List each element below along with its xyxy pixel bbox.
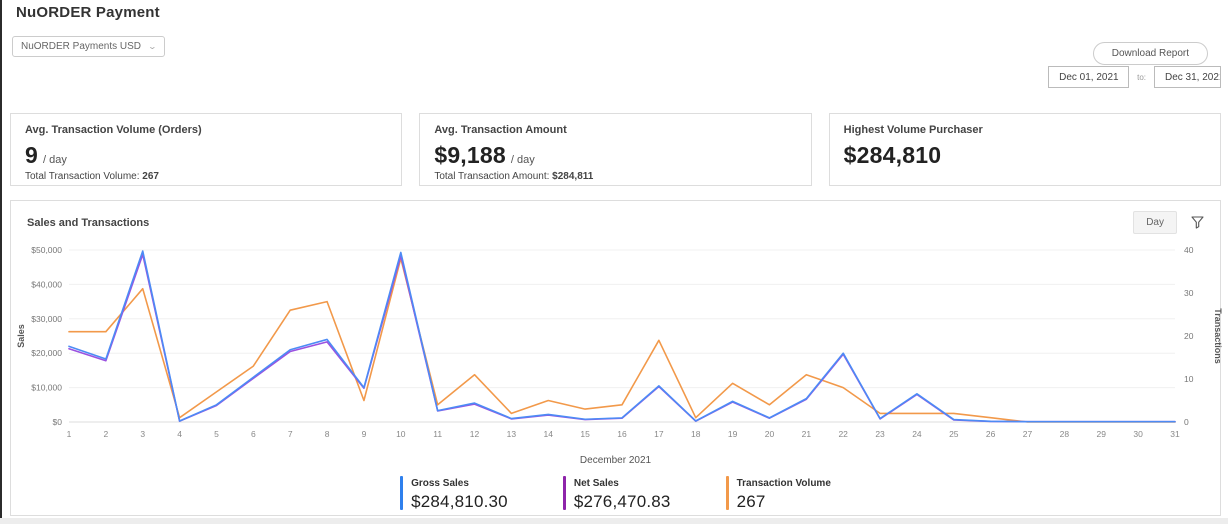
chart-header: Sales and Transactions Day bbox=[11, 201, 1220, 234]
legend-item-transaction-volume: Transaction Volume 267 bbox=[725, 476, 831, 512]
svg-text:10: 10 bbox=[1184, 374, 1194, 384]
legend-item-gross-sales: Gross Sales $284,810.30 bbox=[400, 476, 508, 512]
svg-text:40: 40 bbox=[1184, 245, 1194, 255]
page-title: NuORDER Payment bbox=[16, 4, 160, 21]
legend-label: Net Sales bbox=[573, 478, 619, 489]
account-selector-label: NuORDER Payments USD bbox=[21, 41, 142, 52]
chart-controls: Day bbox=[1133, 211, 1204, 234]
stat-card-title: Avg. Transaction Volume (Orders) bbox=[25, 124, 202, 136]
svg-text:22: 22 bbox=[838, 429, 848, 439]
legend-item-net-sales: Net Sales $276,470.83 bbox=[562, 476, 671, 512]
svg-text:2: 2 bbox=[103, 429, 108, 439]
stat-card-avg-amount: Avg. Transaction Amount $9,188 / day Tot… bbox=[419, 113, 812, 186]
legend-label: Gross Sales bbox=[411, 478, 469, 489]
svg-text:17: 17 bbox=[654, 429, 664, 439]
stat-card-footer: Total Transaction Volume: 267 bbox=[25, 171, 159, 182]
svg-text:5: 5 bbox=[214, 429, 219, 439]
svg-text:7: 7 bbox=[288, 429, 293, 439]
svg-text:18: 18 bbox=[691, 429, 701, 439]
legend-value: 267 bbox=[736, 492, 766, 511]
stat-card-unit: / day bbox=[510, 154, 535, 166]
chart-title: Sales and Transactions bbox=[27, 216, 150, 229]
svg-text:30: 30 bbox=[1184, 288, 1194, 298]
nuorder-payment-page: NuORDER Payment NuORDER Payments USD ⌄ D… bbox=[0, 0, 1228, 518]
svg-text:30: 30 bbox=[1133, 429, 1143, 439]
svg-text:13: 13 bbox=[507, 429, 517, 439]
date-range-controls: to: bbox=[1048, 66, 1221, 88]
svg-text:26: 26 bbox=[986, 429, 996, 439]
legend-label: Transaction Volume bbox=[736, 478, 831, 489]
svg-text:31: 31 bbox=[1170, 429, 1180, 439]
stat-card-value: $284,810 bbox=[843, 142, 942, 168]
date-to-input[interactable] bbox=[1154, 66, 1221, 88]
svg-text:0: 0 bbox=[1184, 417, 1189, 427]
chart-legend: Gross Sales $284,810.30 Net Sales $276,4… bbox=[11, 476, 1220, 512]
svg-text:$20,000: $20,000 bbox=[31, 348, 62, 358]
svg-text:24: 24 bbox=[912, 429, 922, 439]
sales-transactions-chart: $0 $10,000 $20,000 $30,000 $40,000 $50,000 0 10… bbox=[16, 245, 1223, 439]
legend-color-bar bbox=[562, 476, 566, 510]
svg-text:Transactions: Transactions bbox=[1213, 308, 1223, 364]
svg-text:$0: $0 bbox=[53, 417, 63, 427]
stat-card-unit: / day bbox=[43, 154, 67, 166]
interval-day-button[interactable]: Day bbox=[1133, 211, 1177, 234]
download-report-button[interactable]: Download Report bbox=[1092, 42, 1208, 65]
svg-text:20: 20 bbox=[1184, 331, 1194, 341]
svg-text:25: 25 bbox=[949, 429, 959, 439]
svg-text:12: 12 bbox=[470, 429, 480, 439]
svg-text:6: 6 bbox=[251, 429, 256, 439]
svg-text:15: 15 bbox=[580, 429, 590, 439]
account-selector-dropdown[interactable]: NuORDER Payments USD ⌄ bbox=[12, 36, 165, 57]
svg-text:$40,000: $40,000 bbox=[31, 279, 62, 289]
stat-card-value: $9,188 bbox=[434, 142, 506, 168]
svg-text:16: 16 bbox=[617, 429, 627, 439]
svg-text:Sales: Sales bbox=[16, 324, 26, 348]
svg-text:4: 4 bbox=[177, 429, 182, 439]
svg-text:10: 10 bbox=[396, 429, 406, 439]
filter-funnel-icon[interactable] bbox=[1191, 216, 1204, 229]
stat-cards-row: Avg. Transaction Volume (Orders) 9 / day… bbox=[10, 113, 1221, 186]
stat-card-title: Avg. Transaction Amount bbox=[434, 124, 567, 136]
svg-text:3: 3 bbox=[140, 429, 145, 439]
legend-color-bar bbox=[725, 476, 729, 510]
chart-xaxis-title: December 2021 bbox=[579, 455, 652, 466]
svg-text:14: 14 bbox=[544, 429, 554, 439]
svg-text:$10,000: $10,000 bbox=[31, 383, 62, 393]
svg-text:1: 1 bbox=[67, 429, 72, 439]
stat-card-highest-purchaser: Highest Volume Purchaser $284,810 bbox=[828, 113, 1221, 186]
svg-text:28: 28 bbox=[1060, 429, 1070, 439]
svg-text:29: 29 bbox=[1097, 429, 1107, 439]
stat-card-avg-volume: Avg. Transaction Volume (Orders) 9 / day… bbox=[10, 113, 403, 186]
stat-card-title: Highest Volume Purchaser bbox=[843, 124, 983, 136]
svg-text:11: 11 bbox=[433, 429, 442, 439]
sales-transactions-panel: Sales and Transactions Day $0 $10,000 $20,… bbox=[10, 200, 1223, 516]
legend-value: $284,810.30 bbox=[411, 492, 508, 511]
svg-text:8: 8 bbox=[325, 429, 330, 439]
svg-text:9: 9 bbox=[362, 429, 367, 439]
date-range-to-label: to: bbox=[1137, 72, 1146, 82]
stat-card-footer: Total Transaction Amount: $284,811 bbox=[434, 171, 594, 182]
svg-text:20: 20 bbox=[765, 429, 775, 439]
legend-value: $276,470.83 bbox=[573, 492, 671, 511]
svg-text:$30,000: $30,000 bbox=[31, 314, 62, 324]
svg-text:27: 27 bbox=[1023, 429, 1033, 439]
chevron-down-icon: ⌄ bbox=[147, 42, 158, 51]
legend-color-bar bbox=[400, 476, 404, 510]
stat-card-value: 9 bbox=[25, 142, 38, 168]
svg-text:23: 23 bbox=[875, 429, 885, 439]
svg-text:19: 19 bbox=[728, 429, 738, 439]
date-from-input[interactable] bbox=[1048, 66, 1130, 88]
svg-text:$50,000: $50,000 bbox=[31, 245, 62, 255]
svg-text:21: 21 bbox=[802, 429, 812, 439]
